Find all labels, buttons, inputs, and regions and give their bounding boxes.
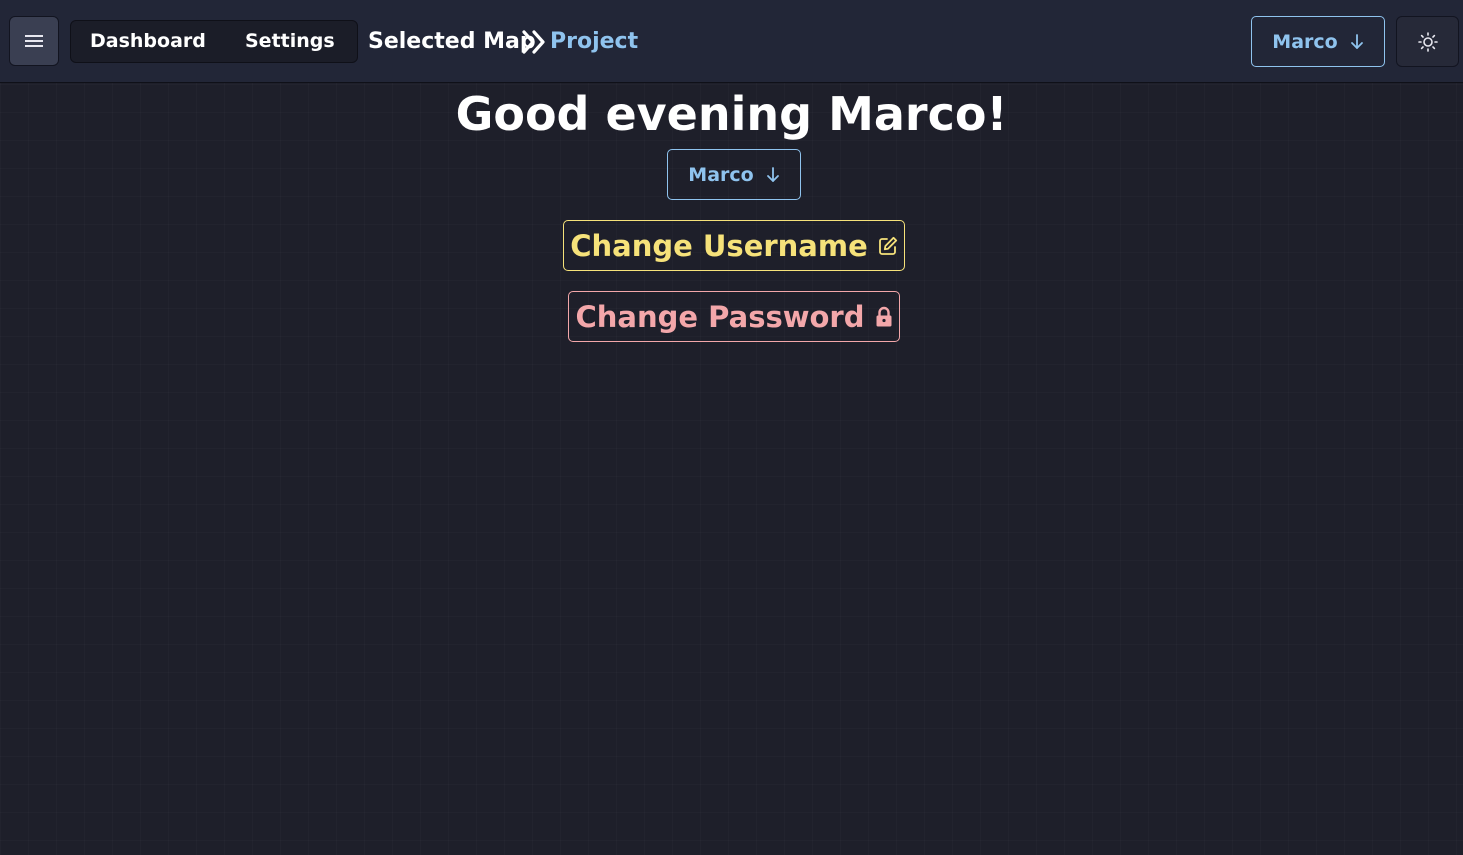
theme-toggle-button[interactable]	[1396, 16, 1459, 67]
profile-dropdown-label: Marco	[688, 163, 754, 186]
double-chevron-right-icon	[521, 29, 547, 55]
user-dropdown-button[interactable]: Marco	[1251, 16, 1385, 67]
top-navbar: Dashboard Settings Selected Map Project …	[0, 0, 1463, 83]
change-username-label: Change Username	[570, 228, 868, 263]
edit-icon	[878, 236, 898, 256]
nav-settings-link[interactable]: Settings	[245, 21, 335, 62]
breadcrumb-selected-map[interactable]: Selected Map	[368, 20, 536, 63]
hamburger-icon	[25, 34, 43, 48]
change-username-button[interactable]: Change Username	[563, 220, 905, 271]
arrow-down-icon	[766, 166, 780, 183]
main-nav: Dashboard Settings	[70, 20, 358, 63]
change-password-button[interactable]: Change Password	[568, 291, 900, 342]
profile-dropdown-button[interactable]: Marco	[667, 149, 801, 200]
menu-button[interactable]	[9, 16, 59, 66]
sun-icon	[1417, 31, 1438, 52]
nav-dashboard-link[interactable]: Dashboard	[90, 21, 206, 62]
user-dropdown-label: Marco	[1272, 30, 1338, 53]
arrow-down-icon	[1350, 33, 1364, 50]
greeting-heading: Good evening Marco!	[455, 87, 1008, 141]
lock-icon	[875, 306, 893, 328]
change-password-label: Change Password	[575, 299, 865, 334]
breadcrumb-project[interactable]: Project	[550, 20, 638, 63]
